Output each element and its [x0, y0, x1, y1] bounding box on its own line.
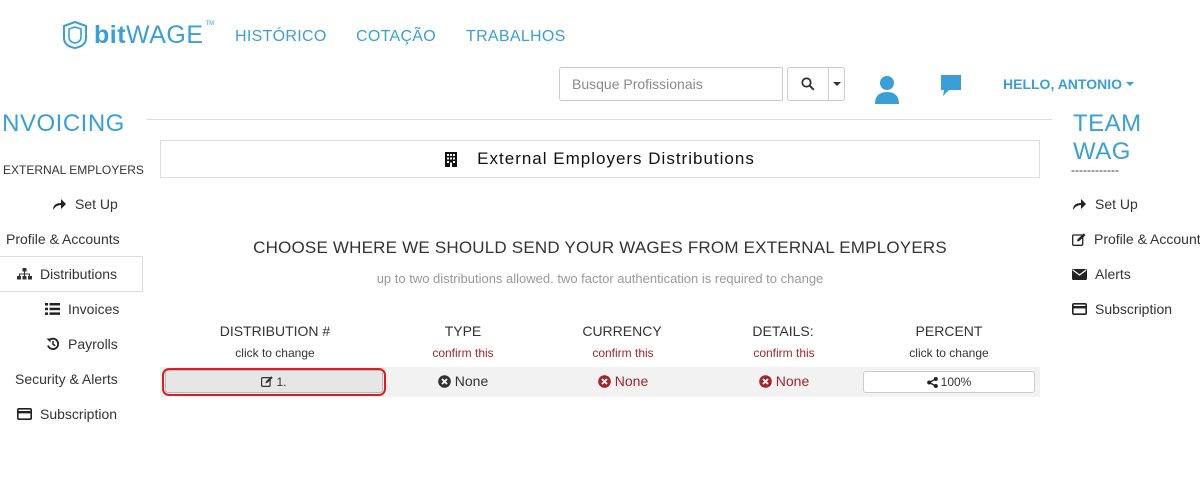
currency-value: None	[614, 373, 649, 389]
percent-value: 100%	[940, 375, 972, 389]
distribution-number-button[interactable]: 1.	[165, 370, 383, 393]
column-header-currency: CURRENCY	[582, 323, 662, 339]
column-hint-type: confirm this	[432, 346, 494, 360]
search-bar	[559, 67, 845, 101]
details-value: None	[775, 373, 810, 389]
search-input[interactable]	[559, 67, 783, 101]
logo-text: bitWAGE	[94, 21, 204, 49]
sidebar-item-label: Profile & Account	[1094, 231, 1200, 247]
chat-icon[interactable]	[940, 74, 962, 98]
bitwage-logo[interactable]: bitWAGE TM	[60, 19, 214, 51]
left-sidebar-heading: INVOICING	[0, 110, 125, 137]
bitwage-logo-icon	[63, 20, 87, 50]
percent-button[interactable]: 100%	[863, 371, 1035, 393]
list-icon	[45, 303, 60, 315]
sidebar-item-label: Set Up	[75, 196, 118, 212]
times-circle-icon	[597, 374, 611, 388]
column-header-type: TYPE	[444, 323, 482, 339]
share-icon	[53, 198, 66, 210]
times-circle-icon	[437, 374, 451, 388]
user-menu[interactable]: HELLO, ANTONIO	[1003, 76, 1134, 92]
edit-icon	[261, 376, 274, 387]
sidebar-item-payrolls[interactable]: Payrolls	[46, 336, 118, 352]
sidebar-item-setup[interactable]: Set Up	[52, 196, 118, 212]
credit-card-icon	[17, 408, 32, 420]
sidebar-item-label: Alerts	[1095, 266, 1131, 282]
right-sidebar-heading: TEAM WAG	[1073, 110, 1142, 165]
column-hint-percent: click to change	[909, 346, 989, 360]
sidebar-item-label: Invoices	[68, 301, 120, 317]
times-circle-icon	[758, 374, 772, 388]
envelope-icon	[1072, 268, 1087, 280]
nav-cotacao[interactable]: COTAÇÃO	[356, 28, 436, 46]
sidebar-item-distributions[interactable]: Distributions	[17, 266, 117, 282]
column-header-distribution: DISTRIBUTION #	[219, 323, 331, 339]
page-title-panel: External Employers Distributions	[160, 140, 1040, 178]
type-value: None	[454, 373, 489, 389]
sidebar-item-subscription[interactable]: Subscription	[17, 406, 117, 422]
header-divider	[147, 119, 1052, 120]
right-sidebar-subheading: ------------	[1071, 163, 1119, 177]
chevron-down-icon	[1126, 82, 1134, 86]
search-icon	[801, 77, 815, 91]
right-sidebar-item-alerts[interactable]: Alerts	[1072, 266, 1131, 282]
nav-historico[interactable]: HISTÓRICO	[235, 28, 327, 46]
sitemap-icon	[17, 268, 32, 280]
sidebar-item-invoices[interactable]: Invoices	[45, 301, 119, 317]
column-hint-distribution: click to change	[235, 346, 315, 360]
column-header-percent: PERCENT	[915, 323, 983, 339]
currency-cell[interactable]: None	[543, 373, 703, 389]
left-sidebar-subheading: EXTERNAL EMPLOYERS	[3, 163, 144, 177]
search-dropdown-toggle[interactable]	[829, 67, 845, 101]
sidebar-item-security-alerts[interactable]: Security & Alerts	[15, 371, 118, 387]
type-cell[interactable]: None	[383, 373, 543, 389]
nav-trabalhos[interactable]: TRABALHOS	[466, 28, 566, 46]
details-cell[interactable]: None	[704, 373, 864, 389]
page-title: External Employers Distributions	[477, 149, 755, 168]
sidebar-item-label: Distributions	[40, 266, 118, 282]
column-header-details: DETAILS:	[752, 323, 814, 339]
share-icon	[1073, 198, 1086, 210]
sidebar-item-label: Payrolls	[68, 336, 118, 352]
user-greeting: HELLO, ANTONIO	[1003, 76, 1122, 92]
building-icon	[445, 151, 458, 167]
right-sidebar-item-setup[interactable]: Set Up	[1072, 196, 1138, 212]
edit-icon	[1072, 232, 1086, 246]
chevron-down-icon	[832, 82, 841, 86]
sidebar-item-label: Subscription	[40, 406, 118, 422]
column-hint-currency: confirm this	[592, 346, 654, 360]
logo-trademark: TM	[205, 21, 215, 27]
instructions-headline: CHOOSE WHERE WE SHOULD SEND YOUR WAGES F…	[253, 238, 947, 257]
sidebar-item-profile-accounts[interactable]: Profile & Accounts	[6, 231, 120, 247]
right-sidebar-item-subscription[interactable]: Subscription	[1072, 301, 1172, 317]
instructions-subline: up to two distributions allowed. two fac…	[376, 271, 824, 286]
share-alt-icon	[926, 376, 938, 388]
column-hint-details: confirm this	[753, 346, 815, 360]
distribution-number: 1.	[276, 374, 287, 389]
user-icon[interactable]	[874, 75, 900, 105]
credit-card-icon	[1072, 303, 1087, 315]
sidebar-item-label: Set Up	[1095, 196, 1138, 212]
history-icon	[46, 337, 60, 350]
sidebar-item-label: Profile & Accounts	[6, 231, 120, 247]
right-sidebar-item-profile-account[interactable]: Profile & Account	[1072, 231, 1200, 247]
sidebar-item-label: Security & Alerts	[15, 371, 118, 387]
sidebar-item-label: Subscription	[1095, 301, 1173, 317]
search-button[interactable]	[787, 67, 829, 101]
